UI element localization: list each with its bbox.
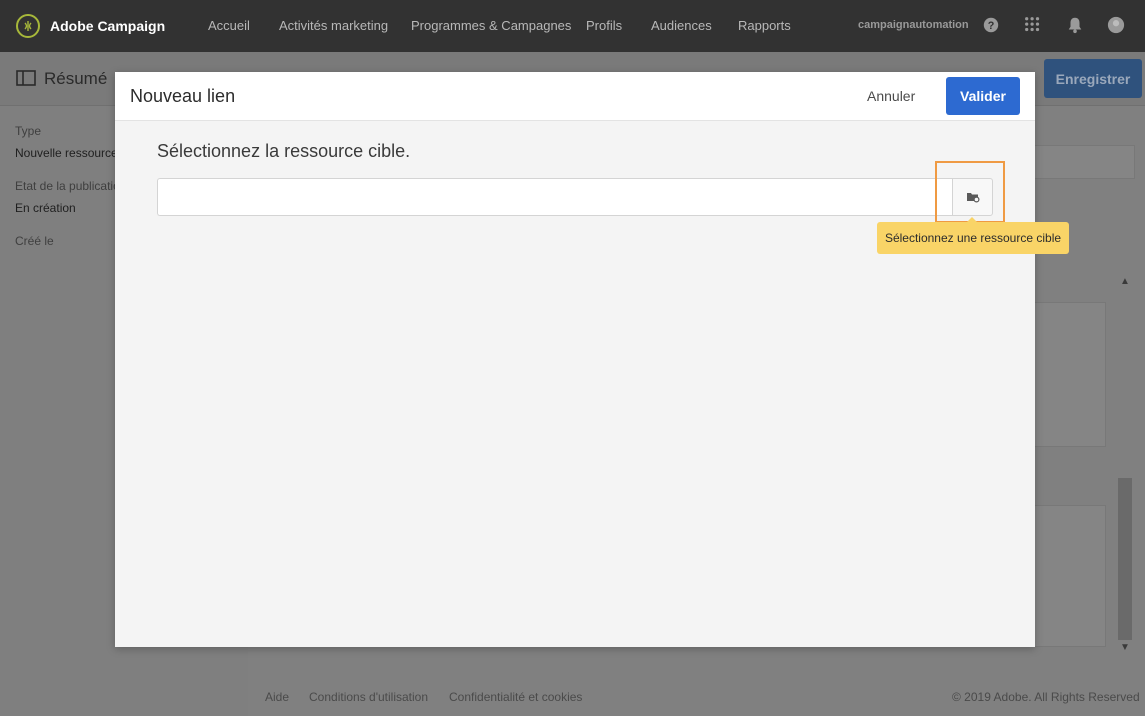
nav-item-audiences[interactable]: Audiences	[651, 18, 712, 33]
brand-name: Adobe Campaign	[50, 18, 166, 34]
type-value: Nouvelle ressource	[15, 146, 118, 160]
summary-panel-icon[interactable]	[16, 70, 36, 86]
scroll-up-arrow-icon[interactable]: ▲	[1120, 276, 1130, 287]
footer-link-terms[interactable]: Conditions d'utilisation	[309, 690, 428, 704]
nav-item-programmes-campagnes[interactable]: Programmes & Campagnes	[411, 18, 571, 33]
target-resource-input[interactable]	[157, 178, 953, 216]
nav-item-activites-marketing[interactable]: Activités marketing	[279, 18, 388, 33]
nav-item-rapports[interactable]: Rapports	[738, 18, 791, 33]
target-resource-label: Sélectionnez la ressource cible.	[157, 141, 411, 161]
target-resource-picker-button[interactable]	[952, 178, 993, 216]
picker-tooltip: Sélectionnez une ressource cible	[877, 222, 1069, 254]
content-scrollbar[interactable]	[1118, 478, 1132, 640]
apps-grid-icon[interactable]	[1024, 16, 1044, 36]
user-name[interactable]: campaignautomation	[858, 19, 969, 31]
help-icon[interactable]: ?	[982, 16, 1002, 36]
publication-status-label: Etat de la publication	[15, 179, 127, 193]
validate-button[interactable]: Valider	[946, 77, 1020, 115]
created-on-label: Créé le	[15, 234, 54, 248]
dialog-header: Nouveau lien Annuler Valider	[115, 72, 1035, 121]
footer-link-help[interactable]: Aide	[265, 690, 289, 704]
dialog-title: Nouveau lien	[130, 86, 236, 106]
footer-copyright: © 2019 Adobe. All Rights Reserved	[952, 690, 1140, 704]
type-label: Type	[15, 124, 42, 138]
nav-item-profils[interactable]: Profils	[586, 18, 622, 33]
brand[interactable]: Adobe Campaign	[16, 14, 165, 38]
svg-text:?: ?	[988, 20, 995, 32]
adobe-campaign-logo-icon	[16, 14, 40, 38]
summary-title: Résumé	[44, 69, 108, 88]
new-link-dialog: Nouveau lien Annuler Valider Sélectionne…	[115, 72, 1069, 647]
footer-link-privacy[interactable]: Confidentialité et cookies	[449, 690, 582, 704]
nav-item-accueil[interactable]: Accueil	[208, 18, 250, 33]
user-avatar-icon[interactable]	[1107, 16, 1127, 36]
register-button[interactable]: Enregistrer	[1044, 59, 1142, 98]
folder-search-icon	[966, 193, 980, 203]
scroll-down-arrow-icon[interactable]: ▼	[1120, 642, 1130, 653]
publication-status-value: En création	[15, 201, 76, 215]
top-nav-bar: Adobe Campaign Accueil Activités marketi…	[0, 0, 1145, 52]
notification-bell-icon[interactable]	[1066, 16, 1086, 36]
cancel-button[interactable]: Annuler	[867, 88, 915, 104]
